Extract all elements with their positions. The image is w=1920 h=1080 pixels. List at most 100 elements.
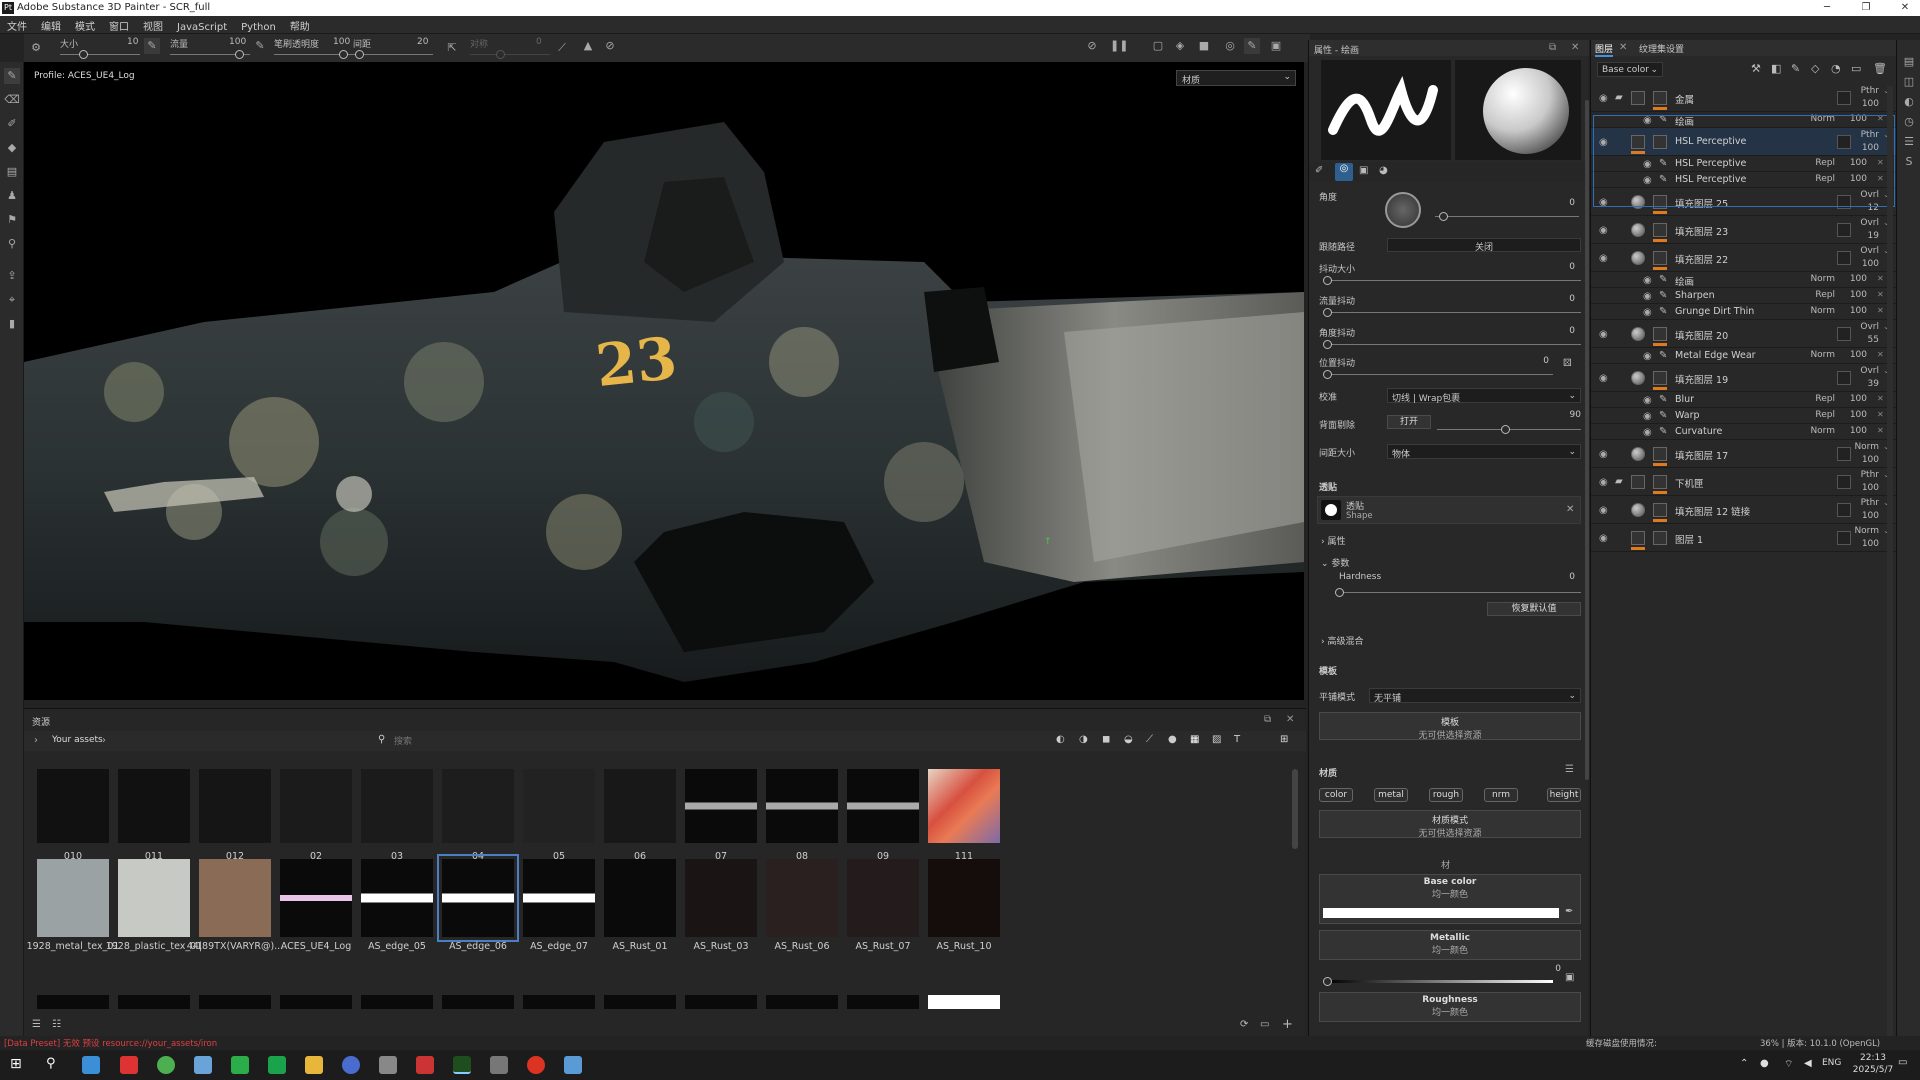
asset-thumbnail[interactable] <box>280 769 352 843</box>
texture-slot-icon[interactable]: ▣ <box>1565 972 1574 983</box>
asset-thumbnail[interactable] <box>442 769 514 843</box>
asset-thumbnail[interactable] <box>437 854 519 942</box>
backface-toggle[interactable]: 打开 <box>1387 415 1431 429</box>
remove-effect-icon[interactable]: ✕ <box>1877 274 1884 283</box>
layer-name[interactable]: Curvature <box>1675 426 1722 437</box>
layer-name[interactable]: 金属 <box>1675 92 1694 106</box>
alpha-tab-icon[interactable]: ◎ <box>1335 163 1353 181</box>
advanced-blend-expander[interactable]: › 高级混合 <box>1321 634 1363 647</box>
asset-thumbnail[interactable] <box>361 859 433 937</box>
visibility-eye-icon[interactable]: ◉ <box>1599 197 1611 208</box>
settings-icon[interactable] <box>490 1056 508 1074</box>
display-settings-icon[interactable]: ◐ <box>1901 94 1917 110</box>
symmetry-knob[interactable] <box>496 50 505 59</box>
asset-thumbnail[interactable] <box>847 859 919 937</box>
layers-scrollbar[interactable] <box>1887 86 1893 1046</box>
grid-view-icon[interactable]: ⊞ <box>1280 734 1288 745</box>
layer-name[interactable]: Blur <box>1675 394 1694 405</box>
layer-effect-row[interactable]: ◉ ✎ HSL Perceptive Repl 100 ✕ <box>1591 156 1897 172</box>
effect-opacity[interactable]: 100 <box>1841 350 1867 360</box>
tab-layers[interactable]: 图层 <box>1595 42 1614 57</box>
effect-opacity[interactable]: 100 <box>1841 306 1867 316</box>
layer-blend-mode[interactable]: Ovrl <box>1845 190 1879 200</box>
effect-opacity[interactable]: 100 <box>1841 274 1867 284</box>
size-jitter-slider[interactable] <box>1327 280 1581 281</box>
microphone-icon[interactable]: ● <box>1760 1058 1769 1069</box>
color-picker-icon[interactable]: ⚑ <box>4 212 20 228</box>
angle-jitter-value[interactable]: 0 <box>1545 326 1575 336</box>
asset-thumbnail[interactable] <box>199 995 271 1009</box>
effect-blend-mode[interactable]: Norm <box>1801 350 1835 360</box>
follow-path-toggle[interactable]: 关闭 <box>1387 238 1581 253</box>
layer-opacity[interactable]: 55 <box>1853 335 1879 345</box>
effect-opacity[interactable]: 100 <box>1841 174 1867 184</box>
layer-name[interactable]: 下机匣 <box>1675 476 1704 490</box>
channel-color-toggle[interactable]: color <box>1319 788 1353 802</box>
add-paint-layer-icon[interactable]: ✎ <box>1791 62 1800 75</box>
tray-arrow-icon[interactable]: ⌃ <box>1740 1058 1748 1069</box>
tab-texture-set[interactable]: 纹理集设置 <box>1639 42 1684 55</box>
backface-knob[interactable] <box>1501 425 1510 434</box>
remove-effect-icon[interactable]: ✕ <box>1877 158 1884 167</box>
metallic-value[interactable]: 0 <box>1531 964 1561 974</box>
visibility-eye-icon[interactable]: ◉ <box>1599 533 1611 544</box>
layer-name[interactable]: 填充图层 17 <box>1675 448 1728 462</box>
asset-thumbnail[interactable] <box>523 859 595 937</box>
layers-dock-icon[interactable]: ▤ <box>1901 54 1917 70</box>
layer-effect-row[interactable]: ◉ ✎ Sharpen Repl 100 ✕ <box>1591 288 1897 304</box>
layer-blend-mode[interactable]: Pthr <box>1845 498 1879 508</box>
visibility-eye-icon[interactable]: ◉ <box>1643 307 1655 318</box>
layer-blend-mode[interactable]: Ovrl <box>1845 246 1879 256</box>
asset-thumbnail[interactable] <box>523 995 595 1009</box>
delete-layer-icon[interactable]: 🗑 <box>1873 62 1887 75</box>
position-jitter-slider[interactable] <box>1327 374 1553 375</box>
visibility-eye-icon[interactable]: ◉ <box>1599 253 1611 264</box>
stroke-opacity-knob[interactable] <box>339 50 348 59</box>
asset-thumbnail[interactable] <box>199 859 271 937</box>
channel-nrm-toggle[interactable]: nrm <box>1484 788 1518 802</box>
remove-effect-icon[interactable]: ✕ <box>1877 174 1884 183</box>
layer-blend-mode[interactable]: Ovrl <box>1845 322 1879 332</box>
menu-javascript[interactable]: JavaScript <box>170 20 234 35</box>
geometry-fill-icon[interactable]: ◆ <box>4 140 20 156</box>
annotate-icon[interactable]: ▮ <box>4 316 20 332</box>
folder-icon[interactable]: ▭ <box>1260 1019 1269 1030</box>
flow-pressure-icon[interactable]: ✎ <box>252 38 268 54</box>
assets-search-input[interactable] <box>394 733 824 749</box>
mirror-icon[interactable]: ▲ <box>580 38 596 54</box>
undock-icon[interactable]: ⧉ <box>1549 42 1556 53</box>
menu-help[interactable]: 帮助 <box>283 16 317 35</box>
roughness-slot[interactable]: Roughness 均一颜色 <box>1319 992 1581 1022</box>
base-color-swatch[interactable] <box>1323 908 1559 918</box>
network-icon[interactable]: ⌔ <box>1784 1058 1793 1071</box>
layer-name[interactable]: Metal Edge Wear <box>1675 350 1756 361</box>
smudge-icon[interactable]: ▤ <box>4 164 20 180</box>
detail-view-icon[interactable]: ☷ <box>52 1019 61 1030</box>
layer-blend-mode[interactable]: Norm <box>1845 526 1879 536</box>
reset-default-button[interactable]: 恢复默认值 <box>1487 602 1581 616</box>
effect-opacity[interactable]: 100 <box>1841 158 1867 168</box>
language-indicator[interactable]: ENG <box>1822 1058 1841 1068</box>
asset-thumbnail[interactable] <box>928 859 1000 937</box>
asset-thumbnail[interactable] <box>523 769 595 843</box>
layer-row[interactable]: ◉填充图层 25Ovrl12⌄ <box>1591 188 1897 216</box>
angle-value[interactable]: 0 <box>1545 198 1575 208</box>
effect-opacity[interactable]: 100 <box>1841 426 1867 436</box>
visibility-eye-icon[interactable]: ◉ <box>1643 175 1655 186</box>
list-view-icon[interactable]: ☰ <box>32 1019 41 1030</box>
effect-opacity[interactable]: 100 <box>1841 410 1867 420</box>
layer-row[interactable]: ◉填充图层 23Ovrl19⌄ <box>1591 216 1897 244</box>
size-space-dropdown[interactable]: 物体 ⌄ <box>1387 444 1581 460</box>
angle-slider-knob[interactable] <box>1439 212 1448 221</box>
layer-blend-mode[interactable]: Ovrl <box>1845 366 1879 376</box>
add-folder-icon[interactable]: ▭ <box>1851 62 1861 75</box>
hardness-slider[interactable] <box>1339 592 1581 593</box>
visibility-eye-icon[interactable]: ◉ <box>1643 275 1655 286</box>
shader-icon[interactable]: S <box>1901 154 1917 170</box>
effect-blend-mode[interactable]: Norm <box>1801 274 1835 284</box>
stencil-tab-icon[interactable]: ▣ <box>1359 165 1368 176</box>
layer-opacity[interactable]: 100 <box>1853 99 1879 109</box>
layer-opacity[interactable]: 12 <box>1853 203 1879 213</box>
asset-thumbnail[interactable] <box>685 995 757 1009</box>
asset-thumbnail[interactable] <box>604 859 676 937</box>
